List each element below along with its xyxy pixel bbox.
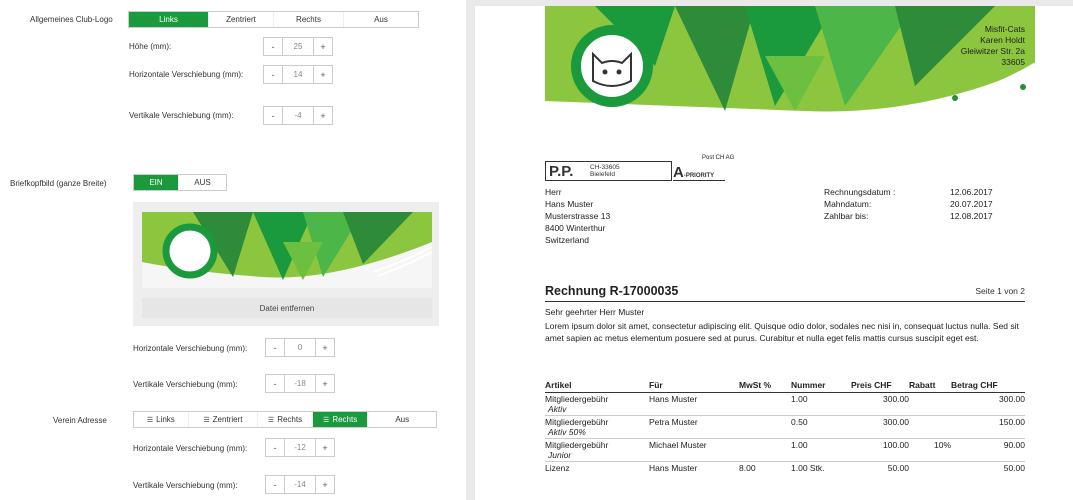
address-vshift-label: Vertikale Verschiebung (mm): (133, 481, 238, 490)
logo-height-stepper: - 25 + (263, 37, 333, 56)
column-header: Artikel (545, 378, 649, 393)
address-vshift-value[interactable]: -14 (285, 475, 315, 494)
address-option-rechts-active[interactable]: ☰ Rechts (312, 412, 369, 427)
priority-mark: A-PRIORITY (673, 164, 725, 181)
increment-button[interactable]: + (315, 338, 335, 357)
club-address-block: Misfit-Cats Karen Holdt Gleiwitzer Str. … (960, 24, 1025, 67)
decrement-button[interactable]: - (263, 65, 283, 84)
header-image-preview: Datei entfernen (133, 202, 439, 326)
logo-hshift-label: Horizontale Verschiebung (mm): (129, 70, 244, 79)
address-option-rechts[interactable]: ☰ Rechts (258, 412, 313, 427)
increment-button[interactable]: + (315, 374, 335, 393)
column-header: Betrag CHF (951, 378, 1025, 393)
invoice-preview: Misfit-Cats Karen Holdt Gleiwitzer Str. … (475, 6, 1073, 500)
invoice-meta-labels: Rechnungsdatum : Mahndatum: Zahlbar bis: (824, 187, 896, 221)
address-hshift-stepper: - -12 + (265, 438, 335, 457)
align-right-icon: ☰ (267, 416, 275, 424)
table-header: Artikel Für MwSt % Nummer Preis CHF Raba… (545, 378, 1025, 393)
table-row: Lizenz Hans Muster 8.00 1.00 Stk. 50.00 … (545, 461, 1025, 474)
column-header: Rabatt (909, 378, 951, 393)
increment-button[interactable]: + (313, 106, 333, 125)
page-indicator: Seite 1 von 2 (975, 286, 1025, 296)
align-center-icon: ☰ (203, 416, 210, 424)
club-logo-option-rechts[interactable]: Rechts (274, 12, 344, 27)
header-hshift-label: Horizontale Verschiebung (mm): (133, 344, 248, 353)
postage-stamp: P.P. CH-33605 Bielefeld (545, 161, 672, 181)
invoice-items-table: Artikel Für MwSt % Nummer Preis CHF Raba… (545, 378, 1025, 474)
decrement-button[interactable]: - (265, 438, 285, 457)
postage-city: Bielefeld (590, 171, 615, 178)
table-row: Mitgliedergebühr Junior Michael Muster 1.… (545, 438, 1025, 462)
increment-button[interactable]: + (313, 37, 333, 56)
decrement-button[interactable]: - (263, 37, 283, 56)
settings-panel: Allgemeines Club-Logo Links Zentriert Re… (0, 0, 466, 500)
club-address-label: Verein Adresse (53, 416, 107, 425)
club-logo-label: Allgemeines Club-Logo (30, 15, 113, 24)
club-address-alignment-selector: ☰ Links ☰ Zentriert ☰ Rechts ☰ Rechts Aus (133, 411, 437, 428)
address-hshift-value[interactable]: -12 (285, 438, 315, 457)
salutation: Sehr geehrter Herr Muster (545, 307, 645, 317)
logo-height-label: Höhe (mm): (129, 42, 172, 51)
address-hshift-label: Horizontale Verschiebung (mm): (133, 444, 248, 453)
align-justify-icon: ☰ (323, 416, 330, 424)
remove-file-button[interactable]: Datei entfernen (142, 298, 432, 318)
recipient-address: Herr Hans Muster Musterstrasse 13 8400 W… (545, 187, 611, 245)
post-carrier: Post CH AG (702, 155, 735, 161)
align-left-icon: ☰ (146, 416, 154, 424)
address-option-links[interactable]: ☰ Links (134, 412, 189, 427)
header-hshift-value[interactable]: 0 (285, 338, 315, 357)
logo-vshift-label: Vertikale Verschiebung (mm): (129, 111, 234, 120)
club-logo-option-aus[interactable]: Aus (344, 12, 418, 27)
address-option-zentriert[interactable]: ☰ Zentriert (189, 412, 259, 427)
invoice-title-bar: Rechnung R-17000035 Seite 1 von 2 (545, 284, 1025, 302)
invoice-meta-values: 12.06.2017 20.07.2017 12.08.2017 (950, 187, 993, 221)
header-vshift-label: Vertikale Verschiebung (mm): (133, 380, 238, 389)
address-vshift-stepper: - -14 + (265, 475, 335, 494)
increment-button[interactable]: + (313, 65, 333, 84)
decrement-button[interactable]: - (265, 338, 285, 357)
increment-button[interactable]: + (315, 438, 335, 457)
header-image-option-aus[interactable]: AUS (179, 175, 226, 190)
decrement-button[interactable]: - (265, 475, 285, 494)
pp-mark: P.P. (549, 163, 574, 180)
logo-hshift-value[interactable]: 14 (283, 65, 313, 84)
logo-vshift-stepper: - -4 + (263, 106, 333, 125)
header-image-option-ein[interactable]: EIN (134, 175, 180, 190)
club-logo-option-zentriert[interactable]: Zentriert (209, 12, 274, 27)
header-hshift-stepper: - 0 + (265, 338, 335, 357)
logo-height-value[interactable]: 25 (283, 37, 313, 56)
invoice-title: Rechnung R-17000035 (545, 284, 679, 298)
column-header: Preis CHF (851, 378, 909, 393)
column-header: Nummer (791, 378, 851, 393)
club-logo-option-links[interactable]: Links (129, 12, 209, 27)
logo-vshift-value[interactable]: -4 (283, 106, 313, 125)
header-image-label: Briefkopfbild (ganze Breite) (10, 179, 107, 188)
header-banner-thumbnail (142, 212, 433, 288)
club-logo-position-selector: Links Zentriert Rechts Aus (128, 11, 419, 28)
decrement-button[interactable]: - (265, 374, 285, 393)
column-header: MwSt % (739, 378, 791, 393)
logo-hshift-stepper: - 14 + (263, 65, 333, 84)
decrement-button[interactable]: - (263, 106, 283, 125)
column-header: Für (649, 378, 739, 393)
increment-button[interactable]: + (315, 475, 335, 494)
invoice-body-text: Lorem ipsum dolor sit amet, consectetur … (545, 321, 1019, 343)
table-row: Mitgliedergebühr Aktiv Hans Muster 1.00 3… (545, 394, 1025, 414)
postage-zip: CH-33605 (590, 164, 620, 171)
address-option-aus[interactable]: Aus (368, 412, 436, 427)
header-vshift-stepper: - -18 + (265, 374, 335, 393)
table-row: Mitgliedergebühr Aktiv 50% Petra Muster 0… (545, 415, 1025, 439)
header-image-toggle: EIN AUS (133, 174, 227, 191)
header-vshift-value[interactable]: -18 (285, 374, 315, 393)
